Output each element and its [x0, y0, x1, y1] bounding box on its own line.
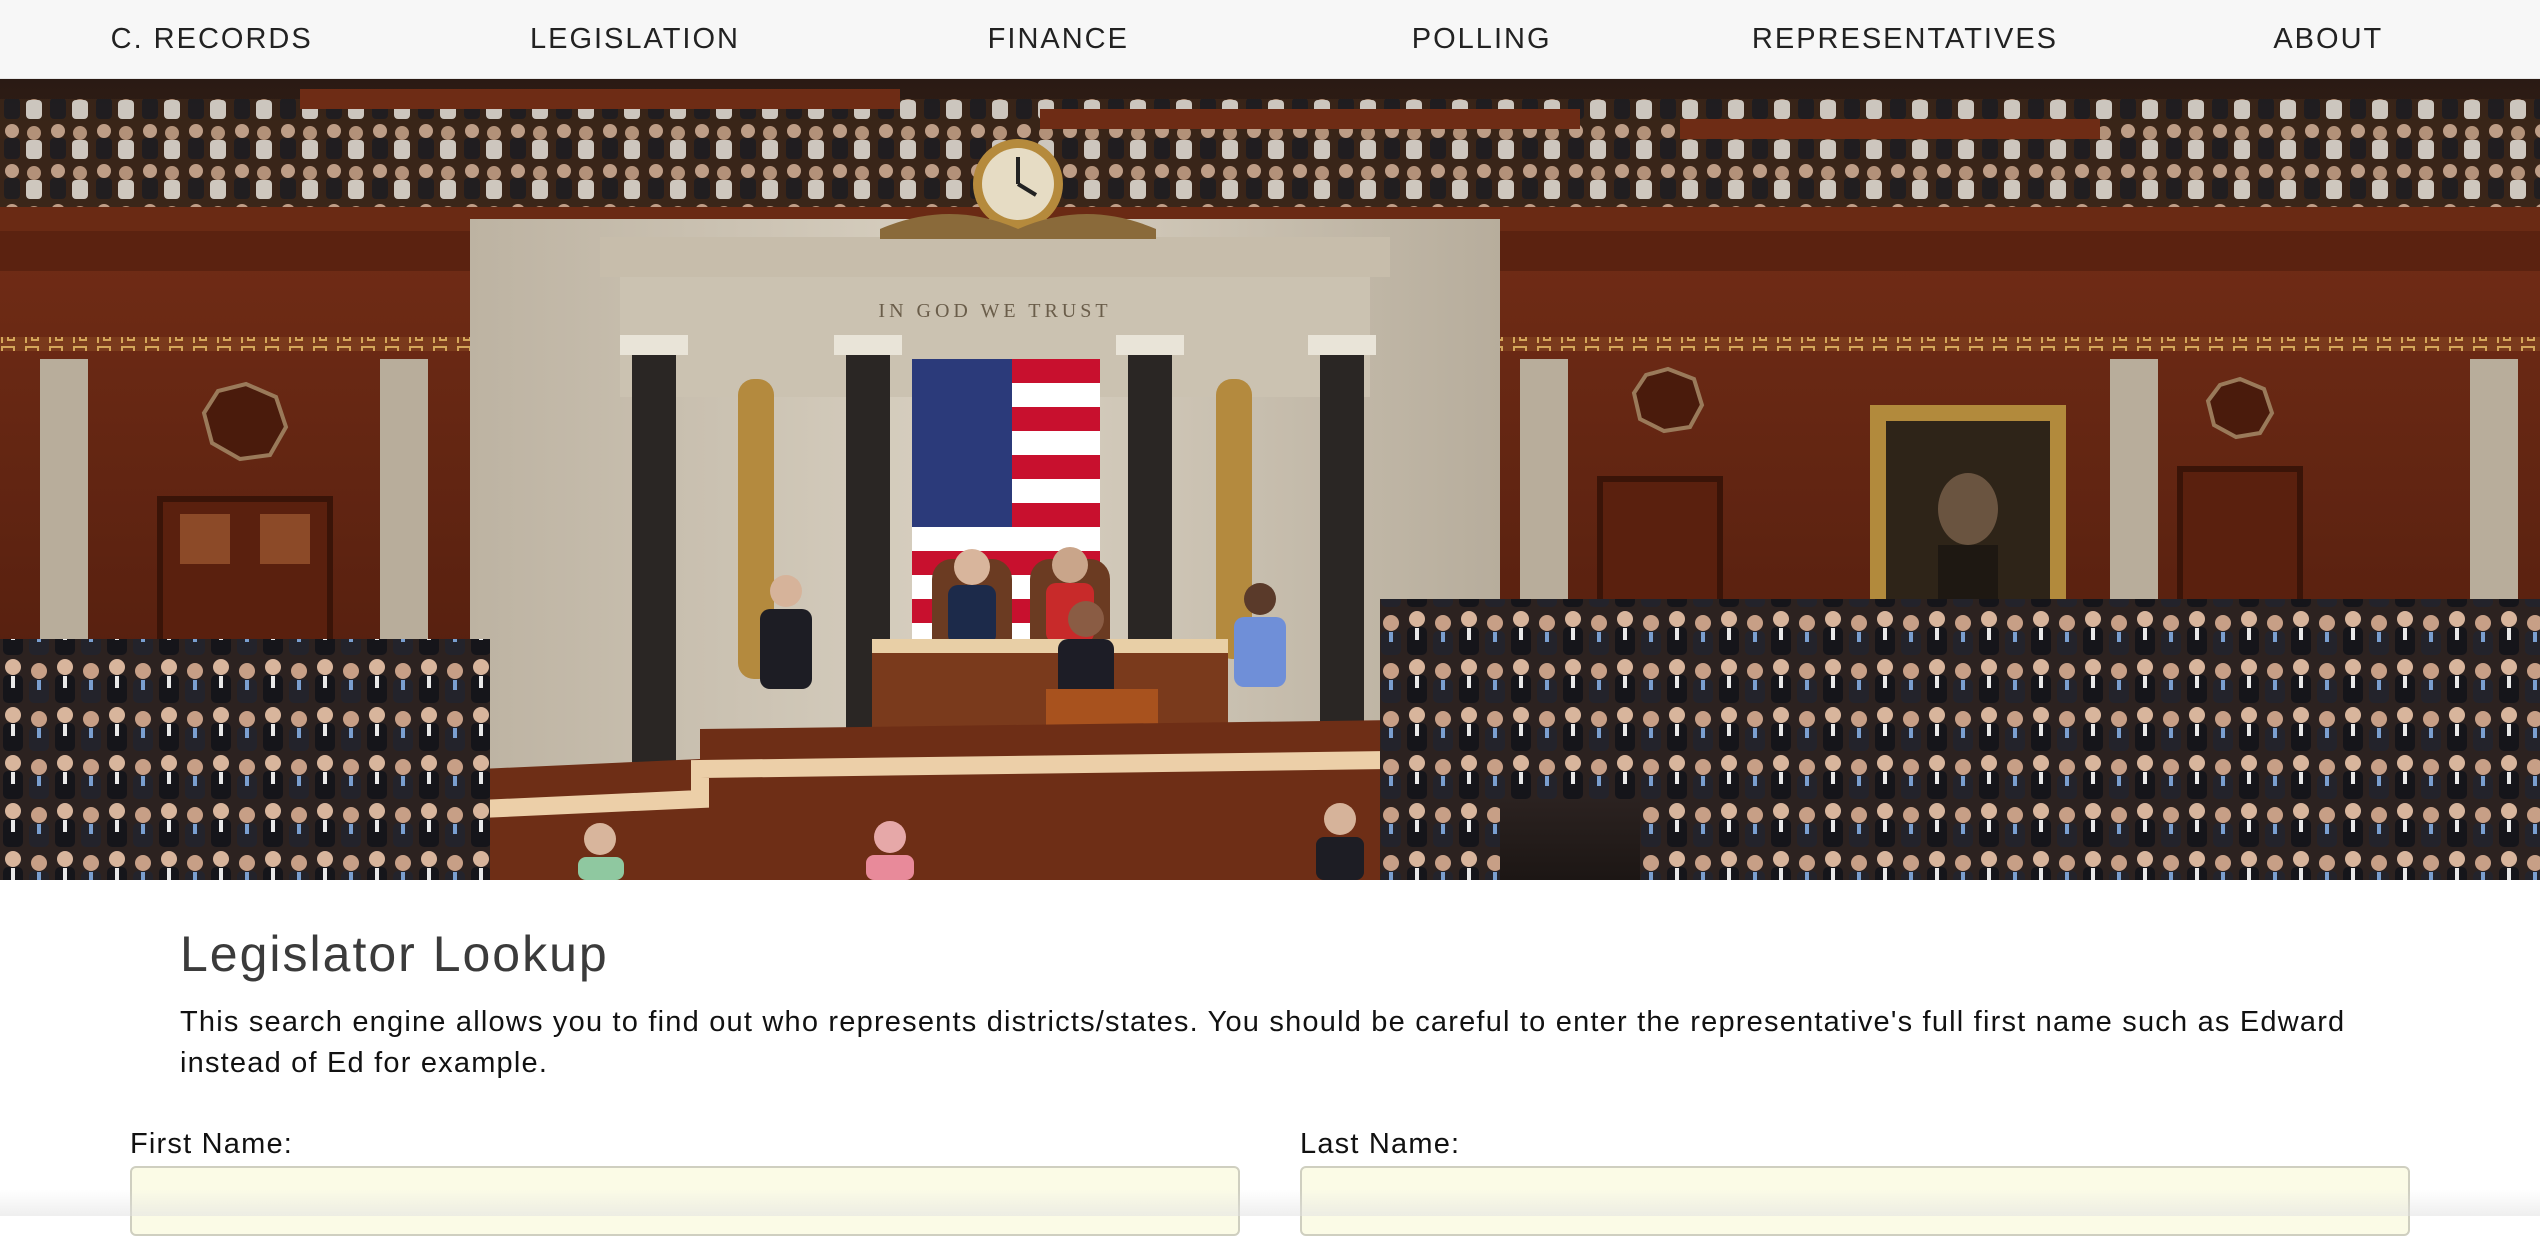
nav-item-c-records[interactable]: C. RECORDS	[0, 0, 423, 79]
nav-item-about[interactable]: ABOUT	[2117, 0, 2540, 79]
last-name-label: Last Name:	[1300, 1128, 1461, 1160]
nav-item-legislation[interactable]: LEGISLATION	[423, 0, 846, 79]
nav-item-representatives[interactable]: REPRESENTATIVES	[1693, 0, 2116, 79]
legislator-lookup-section: Legislator Lookup This search engine all…	[0, 880, 2540, 1236]
in-god-we-trust-inscription: IN GOD WE TRUST	[878, 300, 1111, 322]
main-nav: C. RECORDS LEGISLATION FINANCE POLLING R…	[0, 0, 2540, 79]
first-name-label: First Name:	[130, 1128, 294, 1160]
last-name-input[interactable]	[1300, 1166, 2410, 1236]
lookup-description: This search engine allows you to find ou…	[180, 1006, 2346, 1079]
nav-item-polling[interactable]: POLLING	[1270, 0, 1693, 79]
first-name-input[interactable]	[130, 1166, 1240, 1236]
hero-image-house-chamber: IN GOD WE TRUST	[0, 79, 2540, 880]
page-title: Legislator Lookup	[180, 926, 609, 982]
nav-item-finance[interactable]: FINANCE	[847, 0, 1270, 79]
